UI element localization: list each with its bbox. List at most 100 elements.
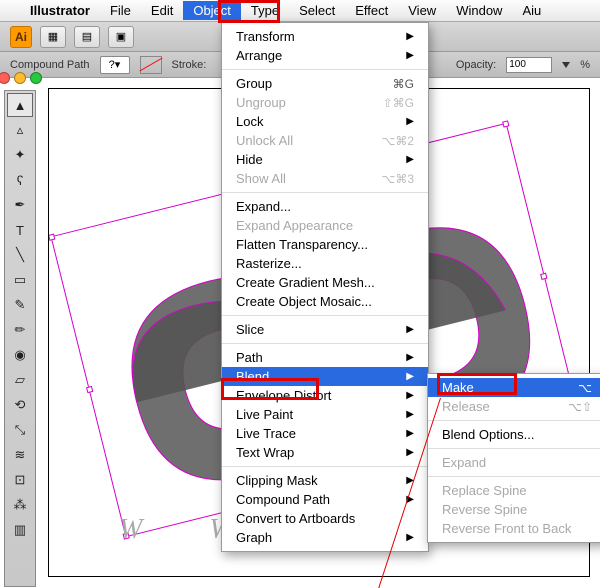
object-menu-item[interactable]: Live Trace▶ [222, 424, 428, 443]
shortcut-label: ⌥⇧ [568, 400, 592, 414]
blend-menu-item[interactable]: Make ⌥ [428, 378, 600, 397]
object-menu-item[interactable]: Flatten Transparency... [222, 235, 428, 254]
submenu-arrow-icon: ▶ [406, 50, 414, 61]
object-menu-item[interactable]: Arrange ▶ [222, 46, 428, 65]
blob-brush-tool[interactable]: ◉ [7, 343, 33, 367]
menu-item-label: Envelope Distort [236, 388, 331, 403]
menu-item-label: Live Paint [236, 407, 293, 422]
menu-item-label: Reverse Spine [442, 502, 527, 517]
blend-menu-item: Reverse Spine [428, 500, 600, 519]
opacity-label: Opacity: [456, 59, 496, 71]
appearance-button[interactable]: ?▾ [100, 56, 130, 74]
menu-item-label: Make [442, 380, 474, 395]
arrange-docs-button[interactable]: ▤ [74, 26, 100, 48]
menu-file[interactable]: File [100, 1, 141, 20]
scale-tool[interactable]: ⤡ [7, 418, 33, 442]
zoom-icon[interactable] [30, 72, 42, 84]
opacity-dropdown-icon[interactable] [562, 62, 570, 68]
paintbrush-tool[interactable]: ✎ [7, 293, 33, 317]
shortcut-label: ⌥ [578, 381, 592, 395]
rotate-tool[interactable]: ⟲ [7, 393, 33, 417]
selection-tool[interactable]: ▲ [7, 93, 33, 117]
menu-type[interactable]: Type [241, 1, 289, 20]
handle-icon[interactable] [540, 273, 547, 280]
object-menu-item[interactable]: Envelope Distort ▶ [222, 386, 428, 405]
menu-item-label: Group [236, 76, 272, 91]
warp-tool[interactable]: ≋ [7, 443, 33, 467]
menu-item-label: Expand [442, 455, 486, 470]
submenu-arrow-icon: ▶ [406, 390, 414, 401]
object-menu-item[interactable]: Group ⌘G [222, 74, 428, 93]
free-transform-tool[interactable]: ⊡ [7, 468, 33, 492]
menu-item-label: Arrange [236, 48, 282, 63]
menu-separator [222, 343, 428, 344]
menu-object[interactable]: Object [183, 1, 241, 20]
object-menu-item[interactable]: Path▶ [222, 348, 428, 367]
menu-item-label: Transform [236, 29, 295, 44]
object-menu-item[interactable]: Convert to Artboards [222, 509, 428, 528]
shortcut-label: ⌥⌘3 [381, 172, 414, 186]
pen-tool[interactable]: ✒ [7, 193, 33, 217]
menu-item-label: Graph [236, 530, 272, 545]
object-menu-item[interactable]: Clipping Mask▶ [222, 471, 428, 490]
menu-effect[interactable]: Effect [345, 1, 398, 20]
line-tool[interactable]: ╲ [7, 243, 33, 267]
menu-item-label: Ungroup [236, 95, 286, 110]
object-menu-item[interactable]: Blend▶ [222, 367, 428, 386]
object-menu-item[interactable]: Slice▶ [222, 320, 428, 339]
menu-view[interactable]: View [398, 1, 446, 20]
menu-edit[interactable]: Edit [141, 1, 183, 20]
pencil-tool[interactable]: ✏ [7, 318, 33, 342]
submenu-arrow-icon: ▶ [406, 371, 414, 382]
object-menu-item[interactable]: Expand... [222, 197, 428, 216]
menu-select[interactable]: Select [289, 1, 345, 20]
submenu-arrow-icon: ▶ [406, 409, 414, 420]
object-menu-item[interactable]: Hide▶ [222, 150, 428, 169]
object-menu-item[interactable]: Lock▶ [222, 112, 428, 131]
direct-selection-tool[interactable]: ▵ [7, 118, 33, 142]
symbol-sprayer-tool[interactable]: ⁂ [7, 493, 33, 517]
menu-aiu[interactable]: Aiu [512, 1, 551, 20]
submenu-arrow-icon: ▶ [406, 31, 414, 42]
tools-panel: ▲ ▵ ✦ ʕ ✒ T ╲ ▭ ✎ ✏ ◉ ▱ ⟲ ⤡ ≋ ⊡ ⁂ ▥ [4, 90, 36, 587]
blend-submenu: Make⌥Release⌥⇧Blend Options...ExpandRepl… [427, 373, 600, 543]
menu-window[interactable]: Window [446, 1, 512, 20]
object-menu-item[interactable]: Create Object Mosaic... [222, 292, 428, 311]
close-icon[interactable] [0, 72, 10, 84]
blend-menu-item[interactable]: Blend Options... [428, 425, 600, 444]
bridge-button[interactable]: ▦ [40, 26, 66, 48]
object-menu-item[interactable]: Compound Path▶ [222, 490, 428, 509]
opacity-input[interactable] [506, 57, 552, 73]
rectangle-tool[interactable]: ▭ [7, 268, 33, 292]
shortcut-label: ⇧⌘G [383, 96, 414, 110]
menu-item-label: Convert to Artboards [236, 511, 355, 526]
blend-menu-item: Expand [428, 453, 600, 472]
menu-separator [222, 466, 428, 467]
menu-separator [428, 420, 600, 421]
object-menu-item: Show All⌥⌘3 [222, 169, 428, 188]
menu-app[interactable]: Illustrator [20, 1, 100, 20]
shortcut-label: ⌥⌘2 [381, 134, 414, 148]
blend-menu-item: Reverse Front to Back [428, 519, 600, 538]
type-tool[interactable]: T [7, 218, 33, 242]
object-menu-item[interactable]: Rasterize... [222, 254, 428, 273]
no-stroke-icon[interactable] [140, 56, 162, 74]
menu-item-label: Expand... [236, 199, 291, 214]
shortcut-label: ⌘G [393, 77, 414, 91]
menu-separator [428, 476, 600, 477]
submenu-arrow-icon: ▶ [406, 428, 414, 439]
handle-icon[interactable] [502, 120, 509, 127]
object-menu-item[interactable]: Transform ▶ [222, 27, 428, 46]
object-menu-item[interactable]: Create Gradient Mesh... [222, 273, 428, 292]
magic-wand-tool[interactable]: ✦ [7, 143, 33, 167]
object-menu-item[interactable]: Live Paint ▶ [222, 405, 428, 424]
submenu-arrow-icon: ▶ [406, 116, 414, 127]
percent-label: % [580, 59, 590, 71]
screen-mode-button[interactable]: ▣ [108, 26, 134, 48]
blend-menu-item: Release⌥⇧ [428, 397, 600, 416]
graph-tool[interactable]: ▥ [7, 518, 33, 542]
lasso-tool[interactable]: ʕ [7, 168, 33, 192]
minimize-icon[interactable] [14, 72, 26, 84]
eraser-tool[interactable]: ▱ [7, 368, 33, 392]
object-menu-item[interactable]: Text Wrap▶ [222, 443, 428, 462]
